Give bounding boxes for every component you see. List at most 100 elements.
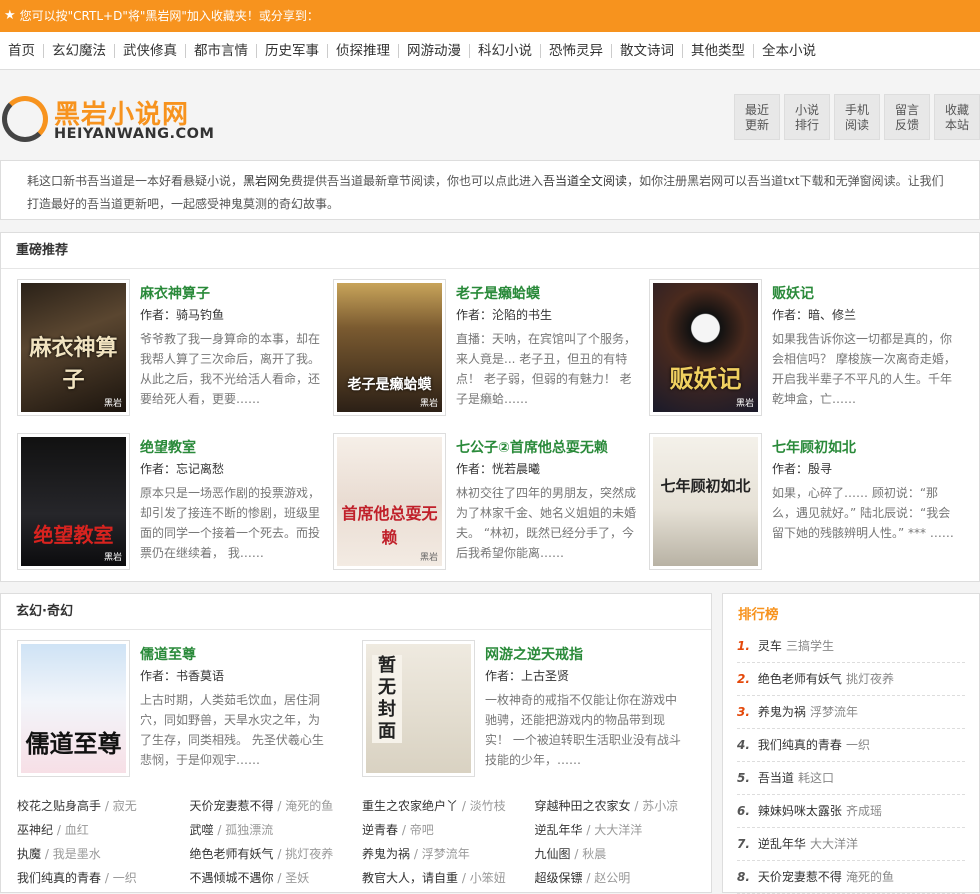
book-link[interactable]: 天价宠妻惹不得 / 淹死的鱼 [190, 794, 363, 818]
link-author: 小笨妞 [469, 871, 506, 885]
nav-item-history-military[interactable]: 历史军事 [257, 43, 328, 58]
quick-link-label: 手机 [844, 103, 869, 117]
rank-author: 大大洋洋 [809, 837, 858, 851]
book-title[interactable]: 七年顾初如北 [772, 437, 856, 457]
ranking-item[interactable]: 8. 天价宠妻惹不得 淹死的鱼 [737, 861, 965, 894]
book-link[interactable]: 巫神纪 / 血红 [17, 818, 190, 842]
rank-author: 三搞学生 [785, 639, 834, 653]
nav-item-detective[interactable]: 侦探推理 [328, 43, 399, 58]
ranking-item[interactable]: 3. 养鬼为祸 浮梦流年 [737, 696, 965, 729]
quick-link-ranking[interactable]: 小说 排行 [784, 94, 830, 140]
quick-link-feedback[interactable]: 留言 反馈 [884, 94, 930, 140]
book-title[interactable]: 绝望教室 [140, 437, 196, 457]
link-title: 穿越种田之农家女 [534, 799, 631, 813]
rank-title: 逆乱年华 [757, 837, 806, 851]
nav-item-fantasy-magic[interactable]: 玄幻魔法 [44, 43, 115, 58]
book-link[interactable]: 执魔 / 我是墨水 [17, 842, 190, 866]
author-name: 恍若晨曦 [492, 462, 541, 476]
book-cover[interactable]: 儒道至尊 [17, 640, 130, 777]
ranking-item[interactable]: 4. 我们纯真的青春 一织 [737, 729, 965, 762]
book-title[interactable]: 麻衣神算子 [140, 283, 210, 303]
book-card: 暂无封面 网游之逆天戒指 作者：上古圣贤 一枚神奇的戒指不仅能让你在游戏中驰骋，… [362, 640, 702, 780]
book-link[interactable]: 超级保镖 / 赵公明 [535, 866, 708, 890]
book-title[interactable]: 老子是癞蛤蟆 [456, 283, 540, 303]
link-row: 巫神纪 / 血红 武噬 / 孤独漂流 逆青春 / 帝吧 逆乱年华 / 大大洋洋 [17, 818, 707, 842]
book-card: 绝望教室 黑岩 绝望教室 作者：忘记离愁 原本只是一场恶作剧的投票游戏，却引发了接… [17, 433, 327, 573]
nav-item-urban-romance[interactable]: 都市言情 [186, 43, 257, 58]
link-title: 不遇倾城不遇你 [189, 871, 274, 885]
link-title: 教官大人，请自重 [362, 871, 459, 885]
book-description: 一枚神奇的戒指不仅能让你在游戏中驰骋，还能把游戏内的物品带到现实！ 一个被迫转职… [485, 693, 681, 767]
book-card: 老子是癞蛤蟆 黑岩 老子是癞蛤蟆 作者：沦陷的书生 直播：天呐，在宾馆叫了个服务，… [333, 279, 643, 419]
book-link[interactable]: 养鬼为祸 / 浮梦流年 [362, 842, 535, 866]
rank-title: 天价宠妻惹不得 [757, 870, 842, 884]
nav-item-other[interactable]: 其他类型 [683, 43, 754, 58]
book-link[interactable]: 逆青春 / 帝吧 [362, 818, 535, 842]
quick-link-label: 留言 [894, 103, 919, 117]
author-label: 作者： [772, 308, 809, 322]
nav-item-game-anime[interactable]: 网游动漫 [399, 43, 470, 58]
ranking-item[interactable]: 7. 逆乱年华 大大洋洋 [737, 828, 965, 861]
book-cover[interactable]: 首席他总耍无赖 黑岩 [333, 433, 446, 570]
book-link[interactable]: 不遇倾城不遇你 / 圣妖 [190, 866, 363, 890]
book-link[interactable]: 武噬 / 孤独漂流 [190, 818, 363, 842]
author-label: 作者： [140, 462, 177, 476]
book-link[interactable]: 逆乱年华 / 大大洋洋 [535, 818, 708, 842]
book-title[interactable]: 儒道至尊 [140, 644, 196, 664]
book-link[interactable]: 校花之贴身高手 / 寂无 [17, 794, 190, 818]
book-link[interactable]: 重生之农家绝户丫 / 淡竹枝 [362, 794, 535, 818]
ranking-item[interactable]: 5. 吾当道 耗这口 [737, 762, 965, 795]
book-title[interactable]: 贩妖记 [772, 283, 814, 303]
intro-link-site[interactable]: 黑岩网 [243, 174, 279, 188]
book-card: 麻衣神算子 黑岩 麻衣神算子 作者：骑马钓鱼 爷爷教了我一身算命的本事，却在我帮人… [17, 279, 327, 419]
book-link-list: 校花之贴身高手 / 寂无 天价宠妻惹不得 / 淹死的鱼 重生之农家绝户丫 / 淡… [17, 794, 707, 890]
cover-title: 麻衣神算子 [29, 335, 118, 393]
nav-item-scifi[interactable]: 科幻小说 [470, 43, 541, 58]
quick-link-label: 最近 [744, 103, 769, 117]
section-title: 重磅推荐 [1, 233, 979, 269]
book-title[interactable]: 七公子②首席他总耍无赖 [456, 437, 608, 457]
quick-link-latest[interactable]: 最近 更新 [734, 94, 780, 140]
ranking-item[interactable]: 2. 绝色老师有妖气 挑灯夜养 [737, 663, 965, 696]
book-link[interactable]: 绝色老师有妖气 / 挑灯夜养 [190, 842, 363, 866]
book-cover[interactable]: 老子是癞蛤蟆 黑岩 [333, 279, 446, 416]
intro-link-fulltext[interactable]: 吾当道全文阅读 [543, 174, 627, 188]
link-row: 我们纯真的青春 / 一织 不遇倾城不遇你 / 圣妖 教官大人，请自重 / 小笨妞… [17, 866, 707, 890]
link-author: 赵公明 [594, 871, 631, 885]
link-title: 我们纯真的青春 [17, 871, 102, 885]
book-cover[interactable]: 贩妖记 黑岩 [649, 279, 762, 416]
rank-number: 7. [737, 837, 750, 851]
book-author: 作者：沦陷的书生 [456, 306, 552, 323]
cover-brand: 黑岩 [735, 399, 754, 409]
book-title[interactable]: 网游之逆天戒指 [485, 644, 583, 664]
author-label: 作者： [456, 308, 493, 322]
link-title: 重生之农家绝户丫 [362, 799, 459, 813]
cover-brand: 黑岩 [419, 399, 438, 409]
link-title: 养鬼为祸 [362, 847, 411, 861]
link-author: 大大洋洋 [594, 823, 643, 837]
book-author: 作者：书香莫语 [140, 667, 224, 684]
ranking-item[interactable]: 6. 辣妹妈咪太露张 齐成瑶 [737, 795, 965, 828]
nav-item-horror[interactable]: 恐怖灵异 [541, 43, 612, 58]
link-author: 孤独漂流 [225, 823, 274, 837]
book-link[interactable]: 我们纯真的青春 / 一织 [17, 866, 190, 890]
quick-link-label: 阅读 [844, 118, 869, 132]
book-link[interactable]: 九仙图 / 秋晨 [535, 842, 708, 866]
book-author: 作者：殷寻 [772, 460, 832, 477]
book-cover[interactable]: 麻衣神算子 黑岩 [17, 279, 130, 416]
nav-item-completed[interactable]: 全本小说 [754, 44, 824, 58]
quick-link-bookmark[interactable]: 收藏 本站 [934, 94, 980, 140]
nav-item-prose-poetry[interactable]: 散文诗词 [612, 43, 683, 58]
site-logo[interactable]: 黑岩小说网 HEIYANWANG.COM [2, 92, 214, 148]
book-cover[interactable]: 绝望教室 黑岩 [17, 433, 130, 570]
quick-link-mobile[interactable]: 手机 阅读 [834, 94, 880, 140]
book-cover[interactable]: 七年顾初如北 [649, 433, 762, 570]
book-link[interactable]: 教官大人，请自重 / 小笨妞 [362, 866, 535, 890]
nav-item-wuxia[interactable]: 武侠修真 [115, 43, 186, 58]
ranking-item[interactable]: 1. 灵车 三搞学生 [737, 630, 965, 663]
book-link[interactable]: 穿越种田之农家女 / 苏小凉 [535, 794, 708, 818]
nav-item-home[interactable]: 首页 [0, 43, 44, 58]
book-cover[interactable]: 暂无封面 [362, 640, 475, 777]
star-icon[interactable]: ★ [4, 0, 16, 32]
cover-title: 儒道至尊 [25, 729, 122, 758]
